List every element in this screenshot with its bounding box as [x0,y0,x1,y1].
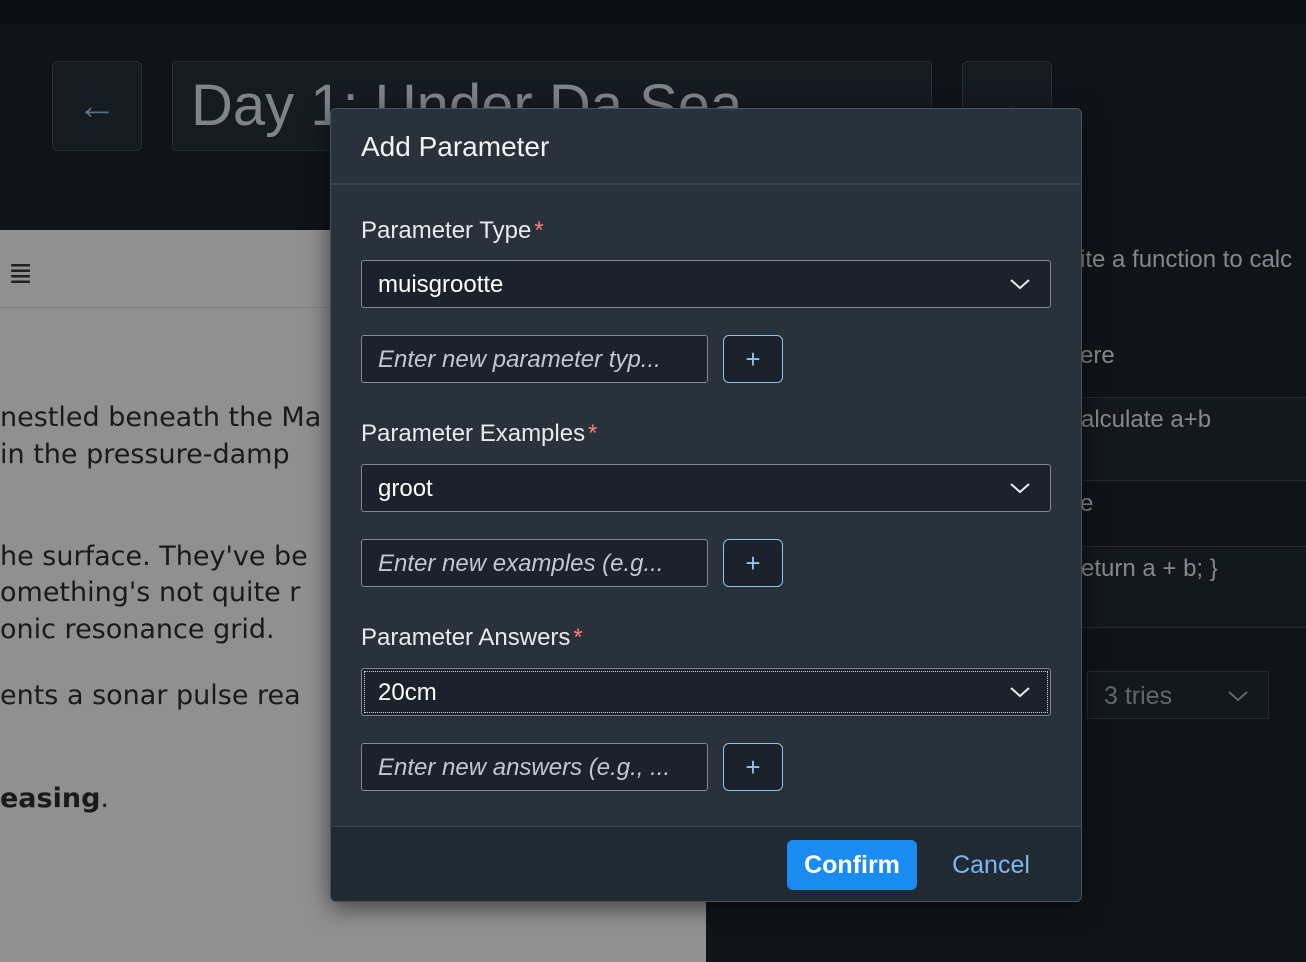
chevron-down-icon [1010,483,1030,494]
cancel-button[interactable]: Cancel [931,840,1051,890]
parameter-examples-select[interactable]: groot [361,464,1051,512]
new-examples-input[interactable]: Enter new examples (e.g... [361,539,708,587]
parameter-answers-select[interactable]: 20cm [361,668,1051,716]
parameter-answers-value: 20cm [378,679,437,706]
parameter-type-label-text: Parameter Type [361,217,532,244]
chevron-down-icon [1010,687,1030,698]
parameter-answers-label: Parameter Answers * [361,624,583,652]
parameter-answers-label-text: Parameter Answers [361,624,571,651]
parameter-type-select[interactable]: muisgrootte [361,260,1051,308]
required-mark: * [573,624,583,651]
new-answers-input[interactable]: Enter new answers (e.g., ... [361,743,708,791]
parameter-examples-label: Parameter Examples * [361,420,597,448]
dialog-footer: Confirm Cancel [331,826,1081,901]
parameter-type-value: muisgrootte [378,271,504,298]
parameter-examples-label-text: Parameter Examples [361,420,586,447]
add-example-button[interactable]: + [723,539,783,587]
required-mark: * [588,420,598,447]
add-parameter-dialog: Add Parameter Parameter Type * muisgroott… [330,108,1082,902]
confirm-button[interactable]: Confirm [787,840,917,890]
new-parameter-type-input[interactable]: Enter new parameter typ... [361,335,708,383]
dialog-title: Add Parameter [331,109,1081,185]
required-mark: * [534,217,544,244]
add-parameter-type-button[interactable]: + [723,335,783,383]
chevron-down-icon [1010,279,1030,290]
add-answer-button[interactable]: + [723,743,783,791]
parameter-examples-value: groot [378,475,433,502]
parameter-type-label: Parameter Type * [361,217,544,245]
